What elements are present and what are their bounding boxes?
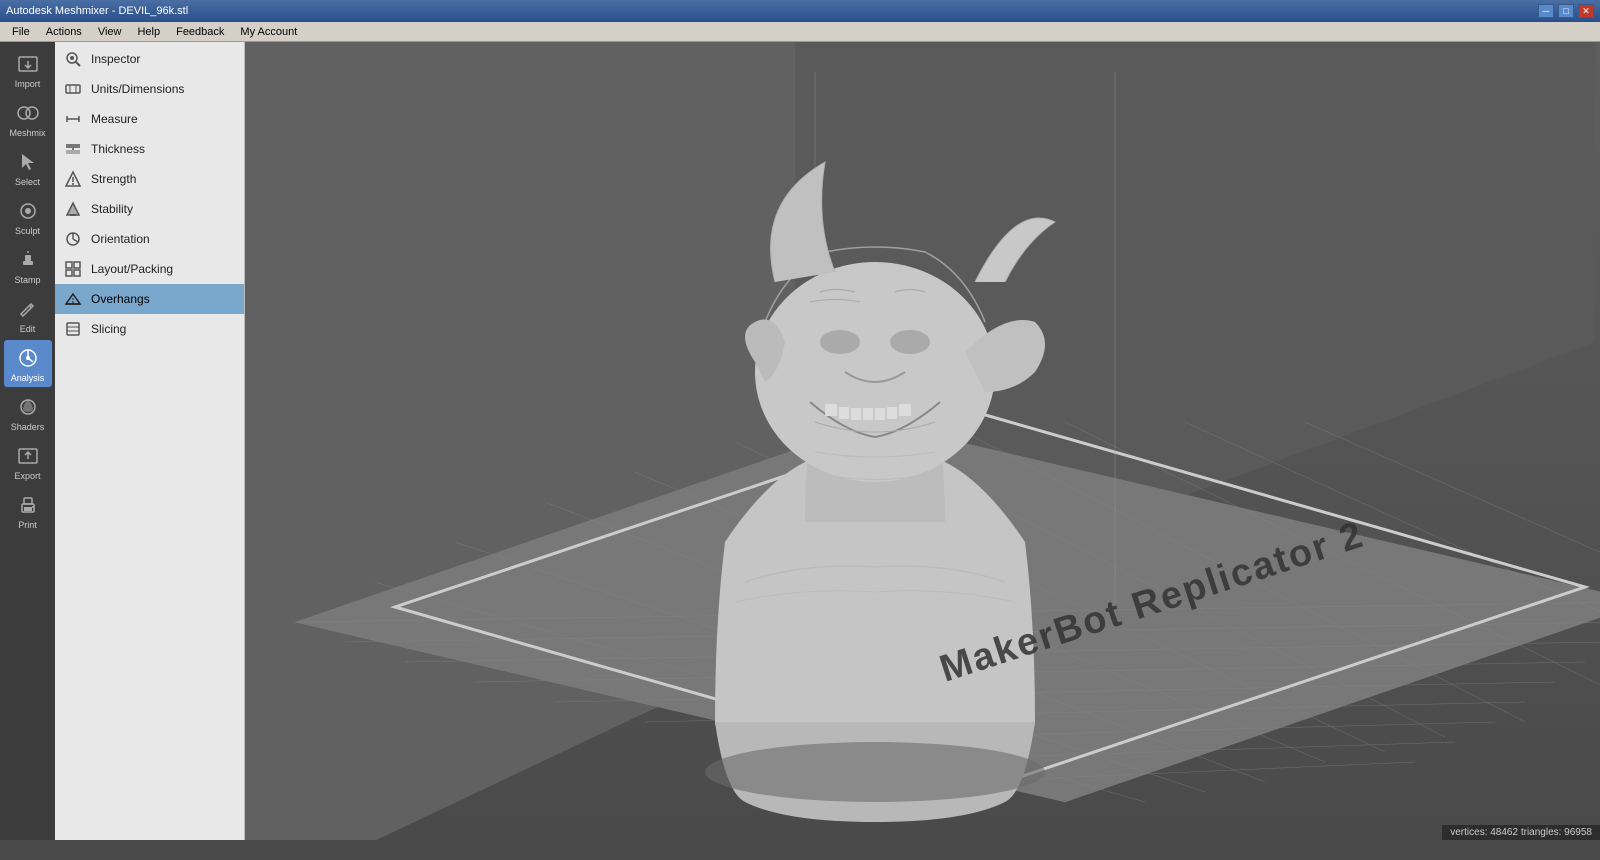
tool-analysis[interactable]: Analysis: [4, 340, 52, 387]
measure-icon: [63, 109, 83, 129]
tool-meshmix[interactable]: Meshmix: [4, 95, 52, 142]
tool-stamp[interactable]: Stamp: [4, 242, 52, 289]
thickness-label: Thickness: [91, 142, 145, 156]
analysis-panel: Inspector Units/Dimensions: [55, 42, 245, 840]
strength-label: Strength: [91, 172, 136, 186]
menu-bar: File Actions View Help Feedback My Accou…: [0, 22, 1600, 42]
overhangs-label: Overhangs: [91, 292, 150, 306]
status-bar: vertices: 48462 triangles: 96958: [1442, 825, 1600, 840]
analysis-thickness[interactable]: Thickness: [55, 134, 244, 164]
tool-select[interactable]: Select: [4, 144, 52, 191]
main-layout: Import Meshmix Select: [0, 42, 1600, 840]
stamp-label: Stamp: [14, 275, 40, 285]
window-title: Autodesk Meshmixer - DEVIL_96k.stl: [6, 5, 188, 17]
slicing-icon: [63, 319, 83, 339]
strength-icon: [63, 169, 83, 189]
meshmix-icon: [14, 99, 42, 127]
stamp-icon: [14, 246, 42, 274]
thickness-icon: [63, 139, 83, 159]
analysis-layout[interactable]: Layout/Packing: [55, 254, 244, 284]
analysis-slicing[interactable]: Slicing: [55, 314, 244, 344]
export-icon: [14, 442, 42, 470]
export-label: Export: [14, 471, 40, 481]
inspector-icon: [63, 49, 83, 69]
units-icon: [63, 79, 83, 99]
tool-shaders[interactable]: Shaders: [4, 389, 52, 436]
orientation-label: Orientation: [91, 232, 150, 246]
tool-export[interactable]: Export: [4, 438, 52, 485]
menu-actions[interactable]: Actions: [38, 24, 90, 40]
analysis-overhangs[interactable]: Overhangs: [55, 284, 244, 314]
edit-icon: [14, 295, 42, 323]
tool-edit[interactable]: Edit: [4, 291, 52, 338]
analysis-orientation[interactable]: Orientation: [55, 224, 244, 254]
tool-sculpt[interactable]: Sculpt: [4, 193, 52, 240]
left-sidebar: Import Meshmix Select: [0, 42, 55, 840]
viewport[interactable]: MakerBot Replicator 2 vertices: 48462 tr…: [245, 42, 1600, 840]
menu-help[interactable]: Help: [129, 24, 168, 40]
analysis-label: Analysis: [11, 373, 45, 383]
3d-scene: MakerBot Replicator 2: [245, 42, 1600, 840]
maximize-button[interactable]: □: [1558, 4, 1574, 18]
status-text: vertices: 48462 triangles: 96958: [1450, 827, 1592, 838]
analysis-units[interactable]: Units/Dimensions: [55, 74, 244, 104]
title-bar: Autodesk Meshmixer - DEVIL_96k.stl ─ □ ✕: [0, 0, 1600, 22]
menu-view[interactable]: View: [90, 24, 130, 40]
shaders-label: Shaders: [11, 422, 45, 432]
shaders-icon: [14, 393, 42, 421]
analysis-strength[interactable]: Strength: [55, 164, 244, 194]
units-label: Units/Dimensions: [91, 82, 184, 96]
stability-icon: [63, 199, 83, 219]
analysis-stability[interactable]: Stability: [55, 194, 244, 224]
sculpt-icon: [14, 197, 42, 225]
slicing-label: Slicing: [91, 322, 126, 336]
layout-icon: [63, 259, 83, 279]
import-icon: [14, 50, 42, 78]
tool-import[interactable]: Import: [4, 46, 52, 93]
analysis-measure[interactable]: Measure: [55, 104, 244, 134]
close-button[interactable]: ✕: [1578, 4, 1594, 18]
edit-label: Edit: [20, 324, 36, 334]
window-controls[interactable]: ─ □ ✕: [1538, 4, 1594, 18]
measure-label: Measure: [91, 112, 138, 126]
meshmix-label: Meshmix: [9, 128, 45, 138]
import-label: Import: [15, 79, 41, 89]
menu-feedback[interactable]: Feedback: [168, 24, 232, 40]
orientation-icon: [63, 229, 83, 249]
stability-label: Stability: [91, 202, 133, 216]
menu-file[interactable]: File: [4, 24, 38, 40]
select-icon: [14, 148, 42, 176]
print-icon: [14, 491, 42, 519]
tool-print[interactable]: Print: [4, 487, 52, 534]
layout-label: Layout/Packing: [91, 262, 173, 276]
print-label: Print: [18, 520, 37, 530]
analysis-icon: [14, 344, 42, 372]
select-label: Select: [15, 177, 40, 187]
inspector-label: Inspector: [91, 52, 140, 66]
analysis-inspector[interactable]: Inspector: [55, 44, 244, 74]
minimize-button[interactable]: ─: [1538, 4, 1554, 18]
overhangs-icon: [63, 289, 83, 309]
sculpt-label: Sculpt: [15, 226, 40, 236]
menu-myaccount[interactable]: My Account: [232, 24, 305, 40]
